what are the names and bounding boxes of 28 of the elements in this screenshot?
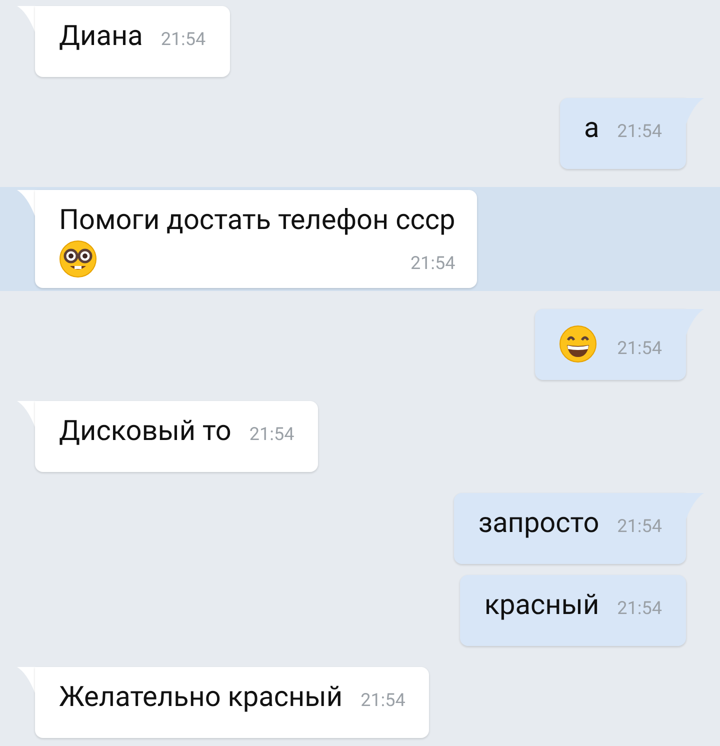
bubble-tail [17, 190, 35, 216]
message-text: Диана [59, 18, 143, 54]
bubble-tail [17, 401, 35, 427]
message-bubble[interactable]: а 21:54 [560, 98, 686, 169]
message-bubble[interactable]: Желательно красный 21:54 [35, 667, 430, 738]
bubble-tail [17, 6, 35, 32]
message-text: а [584, 110, 600, 146]
message-bubble[interactable]: Дисковый то 21:54 [35, 401, 318, 472]
grinning-face-icon [559, 325, 598, 363]
message-time: 21:54 [160, 29, 206, 50]
bubble-tail [17, 667, 35, 693]
message-text: красный [484, 587, 600, 623]
message-time: 21:54 [617, 598, 662, 619]
message-time: 21:54 [360, 690, 406, 711]
message-text: Дисковый то [59, 413, 232, 449]
message-time: 21:54 [617, 338, 662, 359]
message-bubble[interactable]: красный 21:54 [460, 575, 686, 646]
message-text: Помоги достать телефон ссср [59, 202, 456, 238]
message-bubble[interactable]: запросто 21:54 [454, 493, 686, 564]
message-time: 21:54 [410, 253, 456, 274]
message-time: 21:54 [249, 424, 294, 445]
message-time: 21:54 [617, 121, 662, 142]
message-bubble[interactable]: Диана 21:54 [35, 6, 230, 77]
message-bubble[interactable]: Помоги достать телефон ссср 21:54 [35, 190, 478, 288]
message-text: запросто [478, 505, 600, 541]
message-time: 21:54 [617, 516, 662, 537]
nerd-face-icon [59, 240, 97, 278]
message-text: Желательно красный [59, 679, 343, 715]
